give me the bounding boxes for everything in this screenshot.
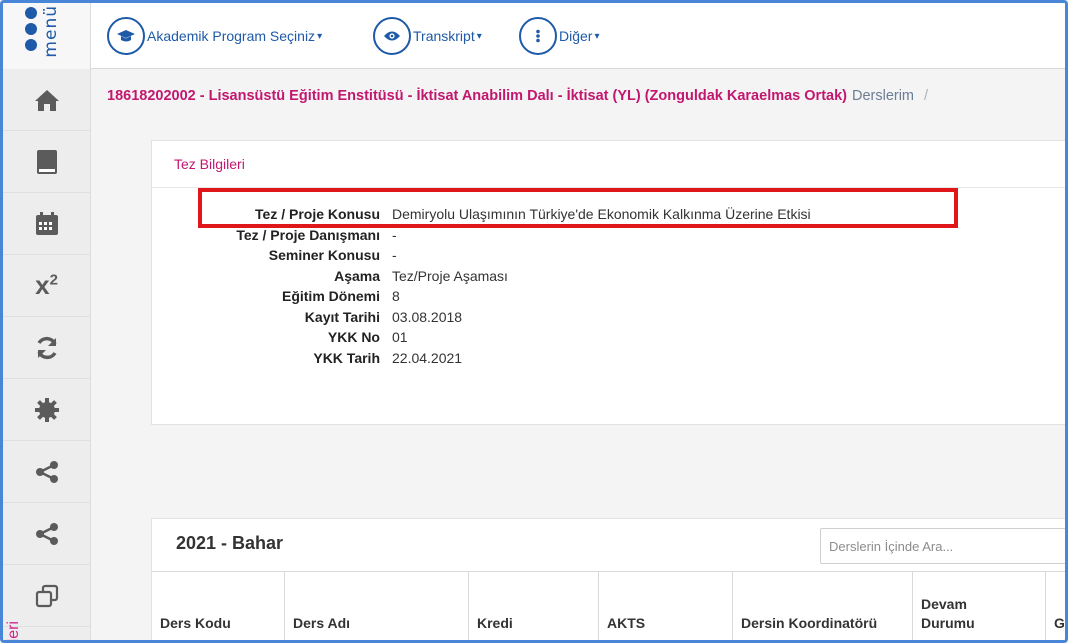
breadcrumb: 18618202002 - Lisansüstü Eğitim Enstitüs… <box>91 69 1065 123</box>
info-row-seminar: Seminer Konusu - <box>152 245 1065 266</box>
academic-program-label: Akademik Program Seçiniz <box>147 28 316 44</box>
sidebar-item-grades[interactable]: x2 <box>3 255 90 317</box>
sidebar-vertical-label[interactable]: leri <box>5 621 23 640</box>
info-label: Aşama <box>334 267 380 284</box>
sidebar-item-calendar[interactable] <box>3 193 90 255</box>
column-header-akts[interactable]: AKTS <box>599 572 733 640</box>
sidebar-item-refresh[interactable] <box>3 317 90 379</box>
info-value: - <box>392 247 397 264</box>
column-header-course-name[interactable]: Ders Adı <box>285 572 469 640</box>
other-menu[interactable]: Diğer ▾ <box>519 17 600 55</box>
info-row-ykk-no: YKK No 01 <box>152 327 1065 348</box>
info-row-registration: Kayıt Tarihi 03.08.2018 <box>152 307 1065 328</box>
share-icon <box>35 522 58 545</box>
copy-icon <box>35 584 58 607</box>
refresh-icon <box>36 336 57 359</box>
logo-word: menü <box>41 5 61 58</box>
thesis-info-panel: Tez Bilgileri Tez / Proje Konusu Demiryo… <box>151 140 1065 425</box>
info-label: YKK Tarih <box>313 349 380 366</box>
info-row-ykk-date: YKK Tarih 22.04.2021 <box>152 348 1065 369</box>
column-header-more[interactable]: Ge <box>1046 572 1065 640</box>
info-value: 22.04.2021 <box>392 349 463 366</box>
top-bar: menü Akademik Program Seçiniz ▾ Transkri… <box>3 3 1065 69</box>
other-label: Diğer <box>559 28 593 44</box>
more-vertical-icon <box>519 17 557 55</box>
logo-dots <box>25 7 39 55</box>
sidebar-item-book[interactable] <box>3 131 90 193</box>
graduation-cap-icon <box>107 17 145 55</box>
info-value: - <box>392 226 397 243</box>
eye-icon <box>373 17 411 55</box>
chevron-down-icon: ▾ <box>317 30 323 42</box>
info-label: YKK No <box>327 329 380 346</box>
info-value: 8 <box>392 288 400 305</box>
share-icon <box>35 460 58 483</box>
sidebar-item-share[interactable] <box>3 441 90 503</box>
sidebar-item-share-2[interactable] <box>3 503 90 565</box>
home-icon <box>34 89 59 111</box>
chevron-down-icon: ▾ <box>594 30 600 42</box>
transcript-menu[interactable]: Transkript ▾ <box>373 17 482 55</box>
sidebar-item-home[interactable] <box>3 69 90 131</box>
sidebar: x2 leri <box>3 69 91 640</box>
highlight-annotation <box>198 188 958 228</box>
menu-logo[interactable]: menü <box>3 3 91 69</box>
gear-icon <box>34 397 59 422</box>
courses-panel: 2021 - Bahar Ders Kodu Ders Adı Kredi AK… <box>151 518 1065 640</box>
info-label: Tez / Proje Danışmanı <box>236 226 380 243</box>
info-label: Eğitim Dönemi <box>281 288 380 305</box>
info-row-stage: Aşama Tez/Proje Aşaması <box>152 266 1065 287</box>
calendar-icon <box>35 211 58 235</box>
column-header-course-code[interactable]: Ders Kodu <box>152 572 285 640</box>
breadcrumb-program[interactable]: 18618202002 - Lisansüstü Eğitim Enstitüs… <box>107 88 847 104</box>
info-value: 01 <box>392 329 408 346</box>
superscript-icon: x2 <box>35 270 58 300</box>
transcript-label: Transkript <box>413 28 475 44</box>
column-header-coordinator[interactable]: Dersin Koordinatörü <box>733 572 913 640</box>
course-search-input[interactable] <box>820 528 1065 564</box>
info-value: 03.08.2018 <box>392 308 463 325</box>
column-header-credit[interactable]: Kredi <box>469 572 599 640</box>
chevron-down-icon: ▾ <box>476 30 482 42</box>
panel-title: Tez Bilgileri <box>152 141 1065 188</box>
academic-program-menu[interactable]: Akademik Program Seçiniz ▾ <box>107 17 322 55</box>
info-label: Seminer Konusu <box>268 247 380 264</box>
term-title: 2021 - Bahar <box>176 533 284 553</box>
courses-table-header: Ders Kodu Ders Adı Kredi AKTS Dersin Koo… <box>152 571 1065 640</box>
sidebar-item-copy[interactable] <box>3 565 90 627</box>
column-header-attendance[interactable]: Devam Durumu <box>913 572 1046 640</box>
info-label: Kayıt Tarihi <box>304 308 380 325</box>
app-window: menü Akademik Program Seçiniz ▾ Transkri… <box>0 0 1068 643</box>
info-value: Tez/Proje Aşaması <box>392 267 508 284</box>
sidebar-item-settings[interactable] <box>3 379 90 441</box>
book-icon <box>36 149 57 174</box>
info-row-term: Eğitim Dönemi 8 <box>152 286 1065 307</box>
breadcrumb-separator: / <box>924 88 929 104</box>
breadcrumb-current: Derslerim <box>851 88 915 104</box>
